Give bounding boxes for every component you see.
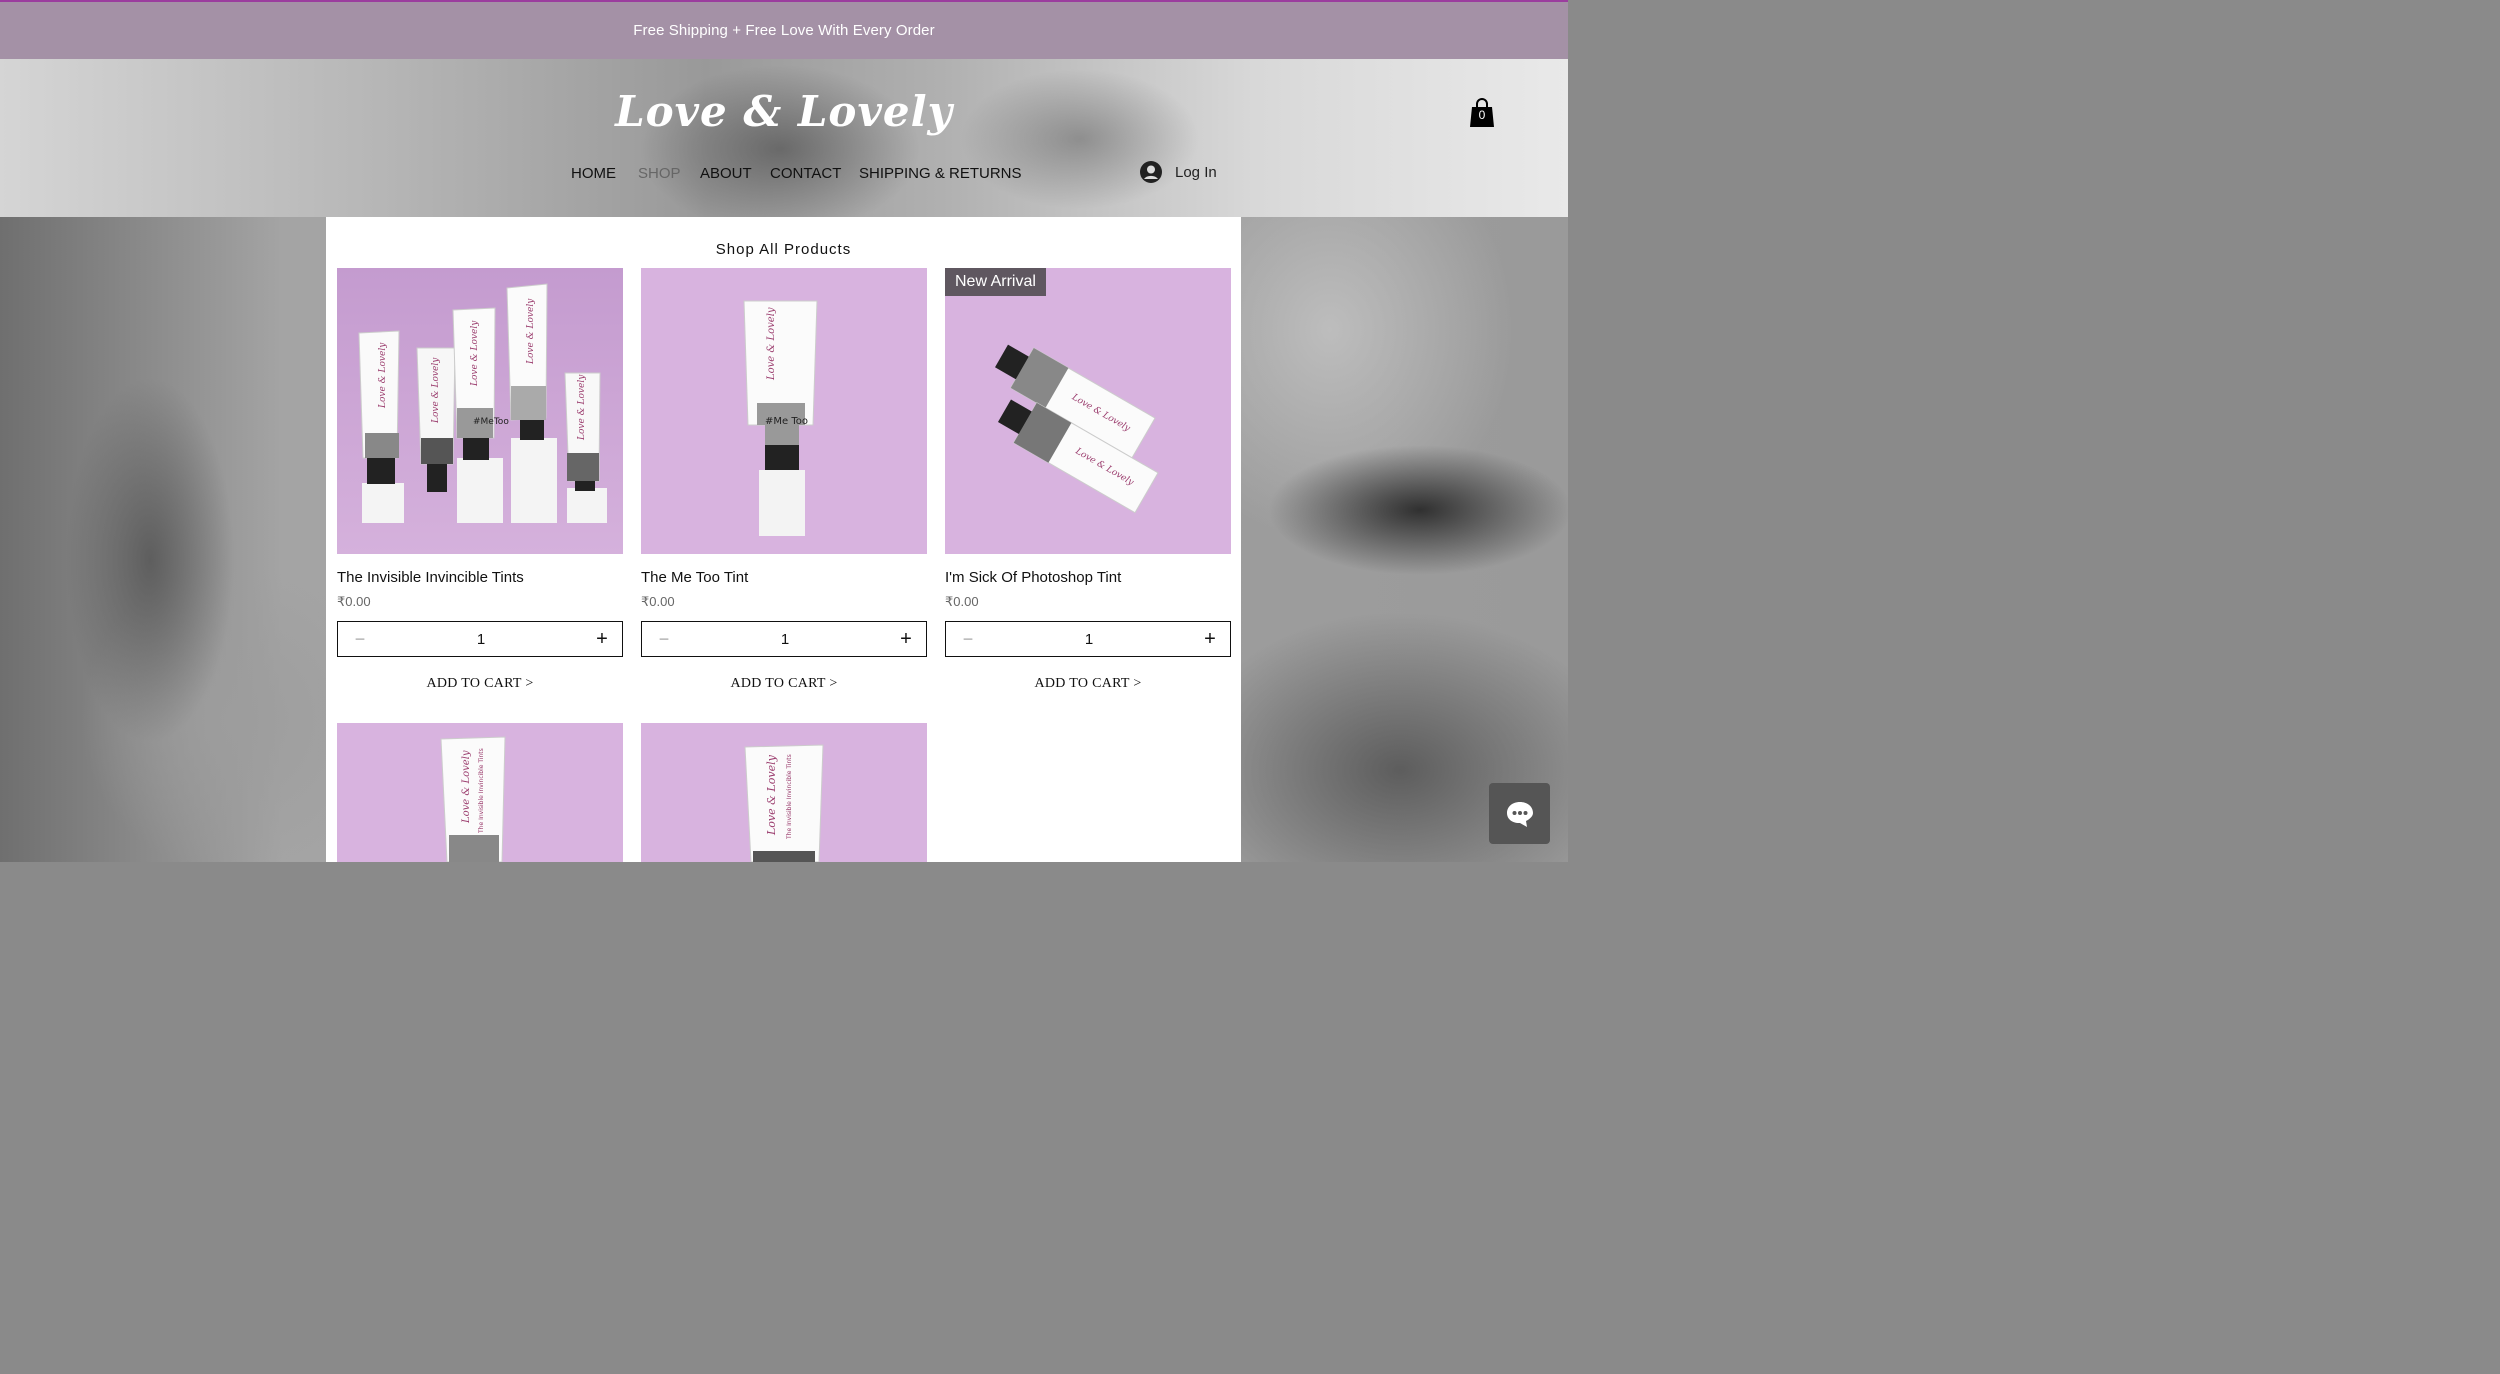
product-card: Love & Lovely The Invisible Invincible T… — [641, 723, 927, 862]
quantity-value[interactable]: 1 — [1085, 631, 1093, 648]
svg-text:#Me Too: #Me Too — [765, 416, 808, 427]
product-photo: Love & Lovely The Invisible Invincible T… — [744, 744, 824, 862]
product-card: Love & Lovely Love & Lovely New Arrival … — [945, 268, 1231, 692]
product-photo: Love & Lovely Love & Lovely Love & Lovel… — [358, 283, 607, 523]
quantity-stepper: − 1 + — [337, 621, 623, 657]
product-name[interactable]: The Invisible Invincible Tints — [337, 569, 623, 586]
login-label: Log In — [1175, 163, 1217, 181]
nav-about[interactable]: ABOUT — [700, 165, 752, 182]
quantity-stepper: − 1 + — [641, 621, 927, 657]
product-photo: Love & Lovely The Invisible Invincible T… — [440, 736, 506, 862]
quantity-value[interactable]: 1 — [477, 631, 485, 648]
svg-text:Love & Lovely: Love & Lovely — [431, 357, 441, 424]
quantity-stepper: − 1 + — [945, 621, 1231, 657]
minus-icon[interactable]: − — [958, 629, 978, 650]
nav-home[interactable]: HOME — [571, 165, 616, 182]
product-image[interactable]: Love & Lovely The Invisible Invincible T… — [337, 723, 623, 862]
product-name[interactable]: The Me Too Tint — [641, 569, 927, 586]
site-header: Love & Lovely 0 HOME SHOP ABOUT CONTACT … — [0, 59, 1568, 217]
product-image[interactable]: Love & Lovely Love & Lovely Love & Lovel… — [337, 268, 623, 554]
svg-text:The Invisible Invincible Tints: The Invisible Invincible Tints — [786, 754, 793, 840]
nav-contact[interactable]: CONTACT — [770, 165, 841, 182]
product-image[interactable]: Love & Lovely #Me Too — [641, 268, 927, 554]
svg-text:#MeToo: #MeToo — [473, 417, 509, 427]
svg-text:Love & Lovely: Love & Lovely — [765, 754, 778, 836]
cart-button[interactable]: 0 — [1469, 98, 1495, 128]
promo-text: Free Shipping + Free Love With Every Ord… — [633, 22, 935, 39]
svg-text:Love & Lovely: Love & Lovely — [378, 342, 388, 409]
plus-icon[interactable]: + — [896, 628, 916, 651]
product-price: ₹0.00 — [337, 594, 371, 609]
add-to-cart-button[interactable]: ADD TO CART > — [641, 676, 927, 692]
user-avatar-icon — [1140, 161, 1162, 183]
nav-shop[interactable]: SHOP — [638, 165, 681, 182]
minus-icon[interactable]: − — [654, 629, 674, 650]
product-card: Love & Lovely The Invisible Invincible T… — [337, 723, 623, 862]
shop-title: Shop All Products — [715, 241, 852, 258]
plus-icon[interactable]: + — [1200, 628, 1220, 651]
svg-text:The Invisible Invincible Tints: The Invisible Invincible Tints — [478, 748, 485, 834]
cart-count: 0 — [1478, 108, 1486, 122]
nav-shipping-returns[interactable]: SHIPPING & RETURNS — [859, 165, 1022, 182]
add-to-cart-button[interactable]: ADD TO CART > — [945, 676, 1231, 692]
chat-bubble-icon — [1506, 801, 1533, 827]
svg-text:Love & Lovely: Love & Lovely — [470, 320, 480, 387]
login-button[interactable]: Log In — [1140, 161, 1217, 183]
product-card: Love & Lovely #Me Too The Me Too Tint ₹0… — [641, 268, 927, 692]
svg-text:Love & Lovely: Love & Lovely — [461, 750, 472, 824]
site-logo[interactable]: Love & Lovely — [0, 87, 1568, 136]
product-price: ₹0.00 — [945, 594, 979, 609]
minus-icon[interactable]: − — [350, 629, 370, 650]
shop-panel: Shop All Products Love & Lovely Love & L… — [326, 217, 1241, 862]
svg-text:Love & Lovely: Love & Lovely — [577, 374, 587, 441]
product-photo: Love & Lovely Love & Lovely — [995, 344, 1159, 514]
quantity-value[interactable]: 1 — [781, 631, 789, 648]
plus-icon[interactable]: + — [592, 628, 612, 651]
chat-button[interactable] — [1489, 783, 1550, 844]
product-image[interactable]: Love & Lovely The Invisible Invincible T… — [641, 723, 927, 862]
promo-bar: Free Shipping + Free Love With Every Ord… — [0, 0, 1568, 59]
product-image[interactable]: Love & Lovely Love & Lovely New Arrival — [945, 268, 1231, 554]
product-name[interactable]: I'm Sick Of Photoshop Tint — [945, 569, 1231, 586]
product-price: ₹0.00 — [641, 594, 675, 609]
svg-text:Love & Lovely: Love & Lovely — [526, 298, 536, 365]
product-photo: Love & Lovely #Me Too — [743, 300, 818, 536]
svg-text:Love & Lovely: Love & Lovely — [766, 307, 777, 381]
product-card: Love & Lovely Love & Lovely Love & Lovel… — [337, 268, 623, 692]
add-to-cart-button[interactable]: ADD TO CART > — [337, 676, 623, 692]
new-arrival-badge: New Arrival — [945, 268, 1046, 296]
